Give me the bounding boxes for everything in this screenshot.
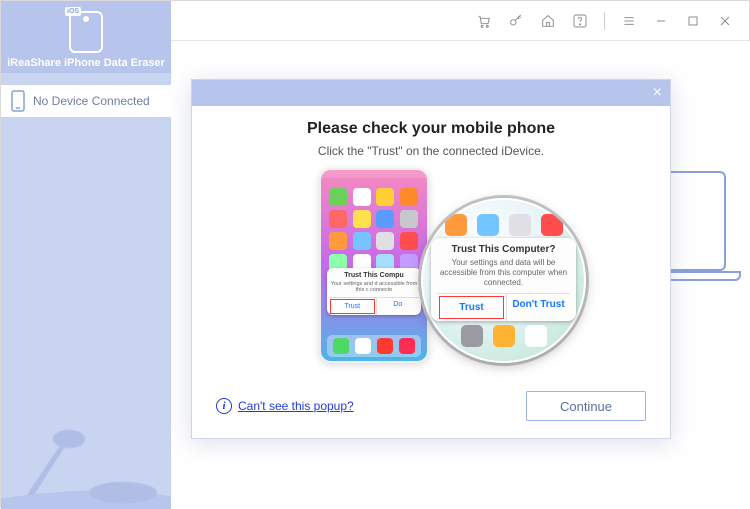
device-status-row: No Device Connected xyxy=(1,85,171,117)
help-icon[interactable] xyxy=(568,9,592,33)
mag-trust-msg: Your settings and data will be accessibl… xyxy=(437,258,570,288)
brand-logo-icon xyxy=(69,11,103,53)
phone-trust-msg: Your settings and d accessible from this… xyxy=(329,281,419,294)
minimize-icon[interactable] xyxy=(649,9,673,33)
key-icon[interactable] xyxy=(504,9,528,33)
phone-trust-title: Trust This Compu xyxy=(329,272,419,279)
mag-trust-button: Trust xyxy=(439,296,504,319)
dialog-close-icon[interactable]: × xyxy=(653,85,662,101)
titlebar-divider xyxy=(604,12,605,30)
sidebar-decorative-art xyxy=(1,389,171,509)
continue-button[interactable]: Continue xyxy=(526,391,646,421)
dialog-title: Please check your mobile phone xyxy=(307,120,555,138)
phone-icon xyxy=(11,90,25,112)
cart-icon[interactable] xyxy=(472,9,496,33)
magnifier-circle: Trust This Computer? Your settings and d… xyxy=(421,198,586,363)
magnified-trust-prompt: Trust This Computer? Your settings and d… xyxy=(431,238,576,321)
dialog-subtitle: Click the "Trust" on the connected iDevi… xyxy=(318,144,544,158)
dialog-header: × xyxy=(192,80,670,106)
trust-dialog: × Please check your mobile phone Click t… xyxy=(191,79,671,439)
trust-illustration: Trust This Compu Your settings and d acc… xyxy=(281,168,581,363)
home-icon[interactable] xyxy=(536,9,560,33)
dialog-body: Please check your mobile phone Click the… xyxy=(192,106,670,384)
phone-trust-prompt: Trust This Compu Your settings and d acc… xyxy=(327,268,421,315)
maximize-icon[interactable] xyxy=(681,9,705,33)
close-icon[interactable] xyxy=(713,9,737,33)
dialog-footer: i Can't see this popup? Continue xyxy=(192,384,670,438)
phone-mock: Trust This Compu Your settings and d acc… xyxy=(319,168,429,363)
help-link-row: i Can't see this popup? xyxy=(216,398,354,414)
mag-dont-trust-button: Don't Trust xyxy=(506,294,570,321)
help-link[interactable]: Can't see this popup? xyxy=(238,399,354,413)
brand-label: iReaShare iPhone Data Eraser xyxy=(7,57,165,69)
sidebar: iReaShare iPhone Data Eraser No Device C… xyxy=(1,1,171,509)
info-icon: i xyxy=(216,398,232,414)
device-status-label: No Device Connected xyxy=(33,94,150,108)
phone-trust-button: Trust xyxy=(330,299,375,314)
phone-dont-trust-button: Do xyxy=(376,298,420,315)
mag-trust-title: Trust This Computer? xyxy=(437,244,570,255)
menu-icon[interactable] xyxy=(617,9,641,33)
brand-block: iReaShare iPhone Data Eraser xyxy=(1,1,171,73)
